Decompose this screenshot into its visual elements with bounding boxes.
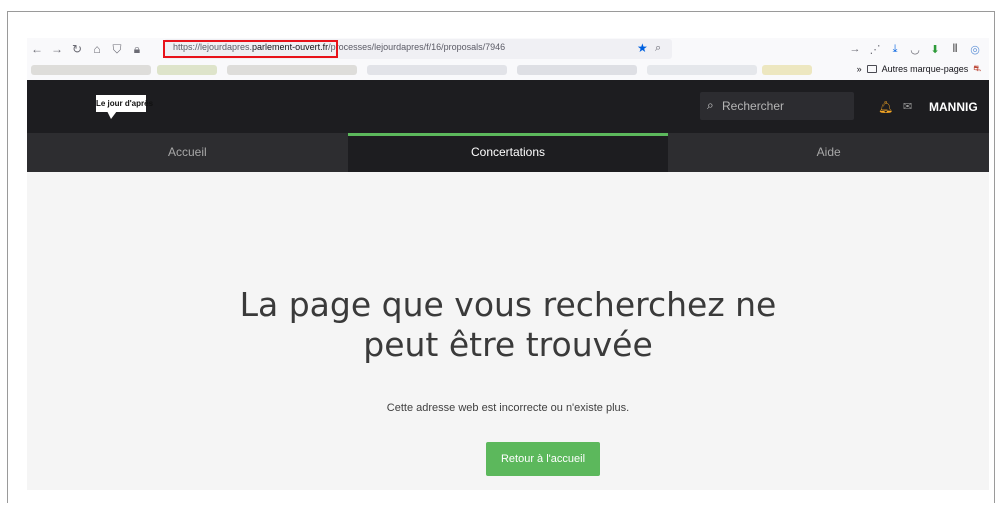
site-header: Le jour d'après ⌕ 🔔︎ ✉ MANNIG — [27, 80, 989, 133]
tab-concertations[interactable]: Concertations — [347, 133, 669, 172]
mail-icon[interactable]: ✉ — [903, 100, 912, 113]
bookmarks-right: » Autres marque-pages ⛐ — [857, 63, 981, 75]
library-icon[interactable]: ⦀ — [947, 43, 963, 56]
other-bookmarks-folder[interactable]: Autres marque-pages — [882, 64, 969, 74]
site-search-box[interactable]: ⌕ — [700, 92, 854, 120]
search-icon[interactable]: ⌕ — [655, 38, 661, 58]
user-menu[interactable]: MANNIG — [929, 100, 978, 114]
blurred-bookmark[interactable] — [647, 65, 757, 75]
blurred-bookmark[interactable] — [517, 65, 637, 75]
tab-aide[interactable]: Aide — [668, 133, 989, 172]
shield-icon[interactable]: ⛉ — [107, 38, 127, 60]
arrow-right-icon[interactable]: → — [847, 43, 863, 55]
tab-accueil[interactable]: Accueil — [27, 133, 348, 172]
pocket-icon[interactable]: ◡ — [907, 43, 923, 56]
download-icon[interactable]: ⤓ — [887, 43, 903, 56]
forward-icon[interactable]: → — [47, 38, 67, 60]
lock-icon[interactable]: 🔒︎ — [127, 38, 147, 60]
search-input[interactable] — [722, 96, 848, 116]
error-content: La page que vous recherchez ne peut être… — [27, 172, 989, 490]
main-nav: Accueil Concertations Aide — [27, 133, 989, 172]
reload-icon[interactable]: ↻ — [67, 38, 87, 60]
star-icon[interactable]: ★ — [637, 41, 648, 55]
bookmarks-overflow-icon[interactable]: » — [857, 64, 862, 74]
search-icon: ⌕ — [707, 98, 714, 112]
bell-icon[interactable]: 🔔︎ — [878, 100, 893, 114]
site-logo[interactable]: Le jour d'après — [96, 95, 153, 112]
home-icon[interactable]: ⌂ — [87, 38, 107, 60]
title-line-1: La page que vous recherchez ne — [239, 285, 777, 324]
logo-speech-tail — [107, 111, 117, 119]
back-home-button[interactable]: Retour à l'accueil — [486, 442, 600, 476]
green-arrow-icon[interactable]: ⬇ — [927, 43, 943, 56]
mobile-bookmarks-icon[interactable]: ⛐ — [973, 63, 981, 75]
rss-icon[interactable]: ⋰ — [867, 43, 883, 56]
url-highlight-box — [163, 40, 338, 58]
extension-icon[interactable]: ◎ — [967, 43, 983, 56]
title-line-2: peut être trouvée — [363, 325, 653, 364]
blurred-bookmark[interactable] — [762, 65, 812, 75]
browser-extensions: → ⋰ ⤓ ◡ ⬇ ⦀ ◎ — [847, 38, 983, 60]
blurred-bookmark[interactable] — [31, 65, 151, 75]
blurred-bookmark[interactable] — [367, 65, 507, 75]
blurred-bookmark[interactable] — [227, 65, 357, 75]
bookmarks-bar: » Autres marque-pages ⛐ — [27, 60, 989, 80]
blurred-bookmark[interactable] — [157, 65, 217, 75]
back-icon[interactable]: ← — [27, 38, 47, 60]
error-message: Cette adresse web est incorrecte ou n'ex… — [386, 402, 630, 414]
page-title: La page que vous recherchez ne peut être… — [27, 285, 989, 365]
folder-icon — [866, 65, 877, 73]
